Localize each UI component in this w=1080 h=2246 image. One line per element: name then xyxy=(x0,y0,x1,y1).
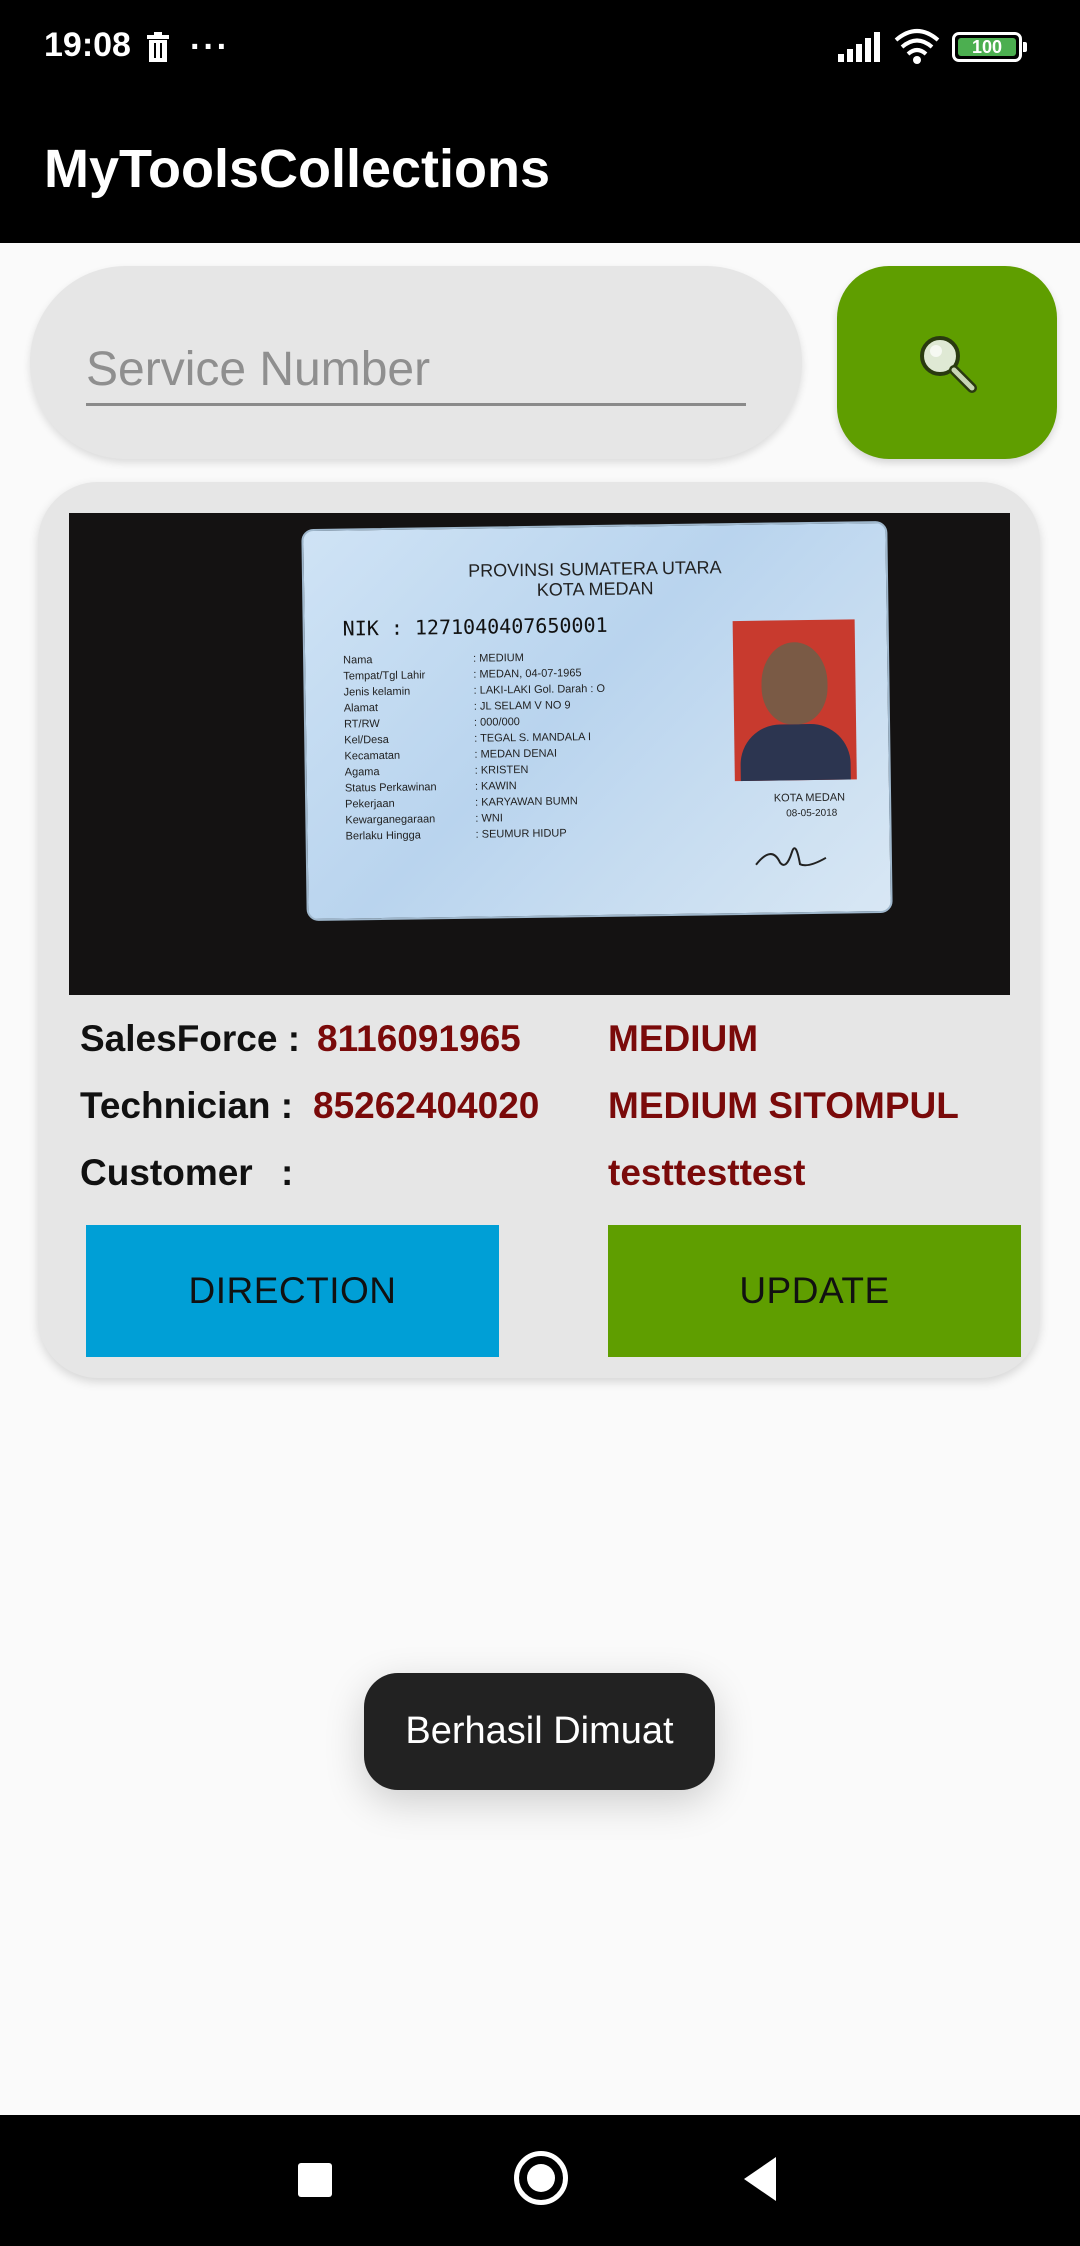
battery-icon: 100 xyxy=(952,32,1027,62)
salesforce-id: 8116091965 xyxy=(317,1018,521,1059)
ktp-photo: PROVINSI SUMATERA UTARA KOTA MEDAN NIK :… xyxy=(69,513,1010,995)
customer-name: testtesttest xyxy=(608,1152,806,1193)
technician-name: MEDIUM SITOMPUL xyxy=(608,1085,959,1126)
recents-icon[interactable] xyxy=(298,2163,332,2197)
navigation-bar xyxy=(0,2115,1080,2246)
signal-icon xyxy=(838,32,880,62)
signature xyxy=(755,847,827,867)
status-bar: 19:08 ··· 100 xyxy=(0,0,1080,96)
battery-level: 100 xyxy=(971,36,1003,57)
id-nik: NIK : 1271040407650001 xyxy=(342,612,608,641)
update-button[interactable]: UPDATE xyxy=(608,1225,1021,1357)
direction-button[interactable]: DIRECTION xyxy=(86,1225,499,1357)
customer-colon: : xyxy=(281,1152,294,1193)
id-sign-city: KOTA MEDAN xyxy=(773,791,846,805)
search-container xyxy=(30,266,802,459)
id-portrait xyxy=(732,619,857,782)
salesforce-label: SalesForce : xyxy=(80,1018,301,1059)
toast-message: Berhasil Dimuat xyxy=(364,1673,715,1790)
result-card: PROVINSI SUMATERA UTARA KOTA MEDAN NIK :… xyxy=(38,482,1040,1378)
technician-id: 85262404020 xyxy=(313,1085,540,1126)
more-notifications-icon: ··· xyxy=(190,28,230,66)
id-sign-date: 08-05-2018 xyxy=(786,807,838,820)
home-icon[interactable] xyxy=(514,2151,568,2205)
search-icon xyxy=(920,335,977,393)
app-bar: MyToolsCollections xyxy=(0,96,1080,243)
app-title: MyToolsCollections xyxy=(44,139,551,199)
technician-label: Technician : xyxy=(80,1085,294,1126)
customer-label: Customer xyxy=(80,1152,253,1193)
salesforce-name: MEDIUM xyxy=(608,1018,759,1059)
back-icon[interactable] xyxy=(744,2157,776,2201)
service-number-input[interactable] xyxy=(86,336,746,406)
trash-icon xyxy=(147,32,169,62)
wifi-icon xyxy=(894,29,940,64)
search-button[interactable] xyxy=(837,266,1057,459)
status-time: 19:08 xyxy=(44,26,131,64)
id-fields: Nama: MEDIUM Tempat/Tgl Lahir: MEDAN, 04… xyxy=(343,652,606,843)
id-card-image: PROVINSI SUMATERA UTARA KOTA MEDAN NIK :… xyxy=(301,520,893,922)
